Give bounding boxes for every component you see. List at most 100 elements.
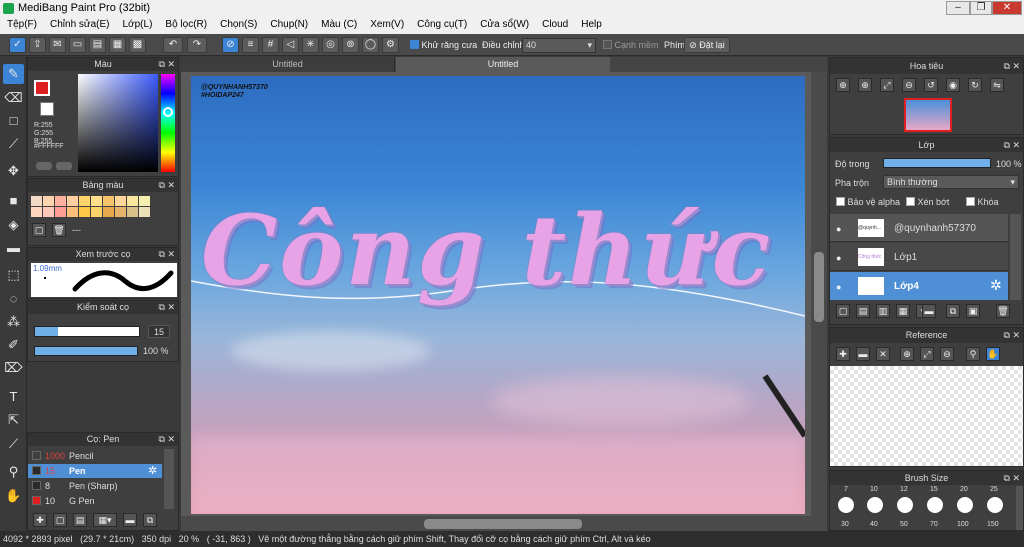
panel-close-icon[interactable]: ⧉ ✕ (1004, 58, 1020, 74)
tab-untitled-1[interactable]: Untitled (181, 57, 395, 72)
tab-untitled-2[interactable]: Untitled (396, 57, 610, 72)
brush-size-option[interactable] (867, 497, 883, 513)
page-icon[interactable]: ▤ (89, 37, 106, 53)
layer-list-scrollbar[interactable] (1010, 214, 1021, 300)
snap-settings-icon[interactable]: ⚙ (382, 37, 399, 53)
menu-cloud[interactable]: Cloud (535, 17, 574, 34)
brush-size-option[interactable] (987, 497, 1003, 513)
brush-preset-icon[interactable]: ▤ (73, 513, 87, 527)
palette-swatch[interactable] (43, 196, 54, 206)
reference-canvas[interactable] (830, 366, 1023, 466)
palette-swatch[interactable] (103, 196, 114, 206)
brush-opacity-slider[interactable] (34, 346, 138, 356)
zoom-in-alt-icon[interactable]: ⊕ (858, 78, 872, 92)
reference-hand-icon[interactable]: ✋ (986, 347, 1000, 361)
eyedropper-tool-icon[interactable]: ⚲ (3, 462, 24, 482)
palette-swatch[interactable] (55, 196, 66, 206)
duplicate-layer-icon[interactable]: ▦ (896, 304, 910, 318)
close-button[interactable]: ✕ (992, 1, 1022, 15)
palette-swatch[interactable] (91, 207, 102, 217)
menu-edit[interactable]: Chỉnh sửa(E) (43, 17, 116, 34)
comment-icon[interactable]: ✉ (49, 37, 66, 53)
divide-tool-icon[interactable]: ⟋ (3, 434, 24, 454)
lock-option[interactable]: Khóa (966, 197, 999, 207)
rotate-right-icon[interactable]: ↻ (968, 78, 982, 92)
parallel-snap-icon[interactable]: ≡ (242, 37, 259, 53)
minimize-button[interactable]: – (946, 1, 970, 15)
reference-close-icon[interactable]: ✕ (876, 347, 890, 361)
add-brush-icon[interactable]: ✚ (33, 513, 47, 527)
panel-close-icon[interactable]: ⧉ ✕ (1004, 138, 1020, 152)
reference-open-icon[interactable]: ▬ (856, 347, 870, 361)
delete-layer-icon[interactable]: 🗑 (996, 304, 1010, 318)
menu-color[interactable]: Màu (C) (314, 17, 363, 34)
snap-off-icon[interactable]: ⊘ (222, 37, 239, 53)
soft-edge-option[interactable]: Cạnh mềm (603, 40, 659, 50)
brush-size-option[interactable] (957, 497, 973, 513)
menu-window[interactable]: Cửa sổ(W) (473, 17, 535, 34)
brush-folder-icon[interactable]: ▬ (123, 513, 137, 527)
brush-settings-icon[interactable]: ✲ (148, 464, 157, 477)
new-layer-icon[interactable]: ▢ (836, 304, 850, 318)
layer-row[interactable]: ● Lớp4 ✲ (830, 272, 1008, 300)
reset-button[interactable]: ⊘ Đặt lại (684, 37, 730, 53)
soft-edge-checkbox[interactable] (603, 40, 612, 49)
ellipse-snap-icon[interactable]: ◯ (362, 37, 379, 53)
brush-list-scrollbar[interactable] (164, 449, 174, 509)
canvas-hscroll[interactable] (181, 516, 827, 531)
palette-swatch[interactable] (79, 196, 90, 206)
menu-snap[interactable]: Chụp(N) (263, 17, 314, 34)
manga-page-icon[interactable]: ▦ (109, 37, 126, 53)
reference-eyedropper-icon[interactable]: ⚲ (966, 347, 980, 361)
brush-size-input[interactable]: 15 (148, 325, 170, 338)
color-mode-button[interactable] (36, 162, 52, 170)
menu-select[interactable]: Chọn(S) (213, 17, 263, 34)
palette-swatch[interactable] (91, 196, 102, 206)
menu-view[interactable]: Xem(V) (363, 17, 410, 34)
clipping-checkbox[interactable] (906, 197, 915, 206)
select-pen-tool-icon[interactable]: ✐ (3, 335, 24, 355)
navigator-thumbnail[interactable] (904, 98, 952, 132)
eye-icon[interactable]: ● (836, 282, 841, 292)
brush-size-option[interactable] (838, 497, 854, 513)
eraser-tool-icon[interactable]: ⌫ (3, 88, 24, 108)
hue-handle[interactable] (163, 107, 173, 117)
menu-tools[interactable]: Công cụ(T) (410, 17, 473, 34)
antialias-option[interactable]: Khử răng cưa (410, 40, 477, 50)
lock-checkbox[interactable] (966, 197, 975, 206)
layer-row[interactable]: ● Công thức Lớp1 (830, 243, 1008, 271)
zoom-out-icon[interactable]: ⊖ (902, 78, 916, 92)
canvas-hscroll-thumb[interactable] (424, 519, 582, 529)
cloud-save-icon[interactable]: ✓ (9, 37, 26, 53)
palette-swatch[interactable] (43, 207, 54, 217)
brush-item-pen[interactable]: 15 Pen ✲ (28, 464, 162, 478)
hand-tool-icon[interactable]: ✋ (3, 486, 24, 506)
rotate-left-icon[interactable]: ↺ (924, 78, 938, 92)
layer-folder-icon[interactable]: ▬ (922, 304, 936, 318)
panel-close-icon[interactable]: ⧉ ✕ (159, 301, 175, 314)
layer-opacity-slider[interactable] (883, 158, 991, 168)
layer-up-icon[interactable]: ▣ (966, 304, 980, 318)
new-color-layer-icon[interactable]: ▥ (876, 304, 890, 318)
brush-item-pencil[interactable]: 1000 Pencil (28, 449, 162, 463)
color-swap-button[interactable] (56, 162, 72, 170)
reference-zoom-out-icon[interactable]: ⊖ (940, 347, 954, 361)
flip-icon[interactable]: ⇋ (990, 78, 1004, 92)
reset-view-icon[interactable]: ◉ (946, 78, 960, 92)
primary-color-swatch[interactable] (34, 80, 50, 96)
blend-mode-select[interactable]: Bình thường ▾ (883, 175, 1019, 189)
palette-swatch[interactable] (31, 207, 42, 217)
palette-swatch[interactable] (55, 207, 66, 217)
saturation-value-picker[interactable] (78, 74, 158, 172)
secondary-color-swatch[interactable] (40, 102, 54, 116)
brush-tool-icon[interactable]: ✎ (3, 64, 24, 84)
brush-size-slider[interactable] (34, 326, 140, 337)
reference-zoom-in-icon[interactable]: ⊕ (900, 347, 914, 361)
palette-swatch[interactable] (115, 196, 126, 206)
palette-swatch[interactable] (127, 196, 138, 206)
canvas-vscroll-thumb[interactable] (814, 252, 824, 322)
text-tool-icon[interactable]: T (3, 387, 24, 407)
panel-close-icon[interactable]: ⧉ ✕ (159, 58, 175, 71)
layer-row[interactable]: ● @quynh... @quynhanh57370 (830, 214, 1008, 242)
curve-snap-icon[interactable]: ⊚ (342, 37, 359, 53)
